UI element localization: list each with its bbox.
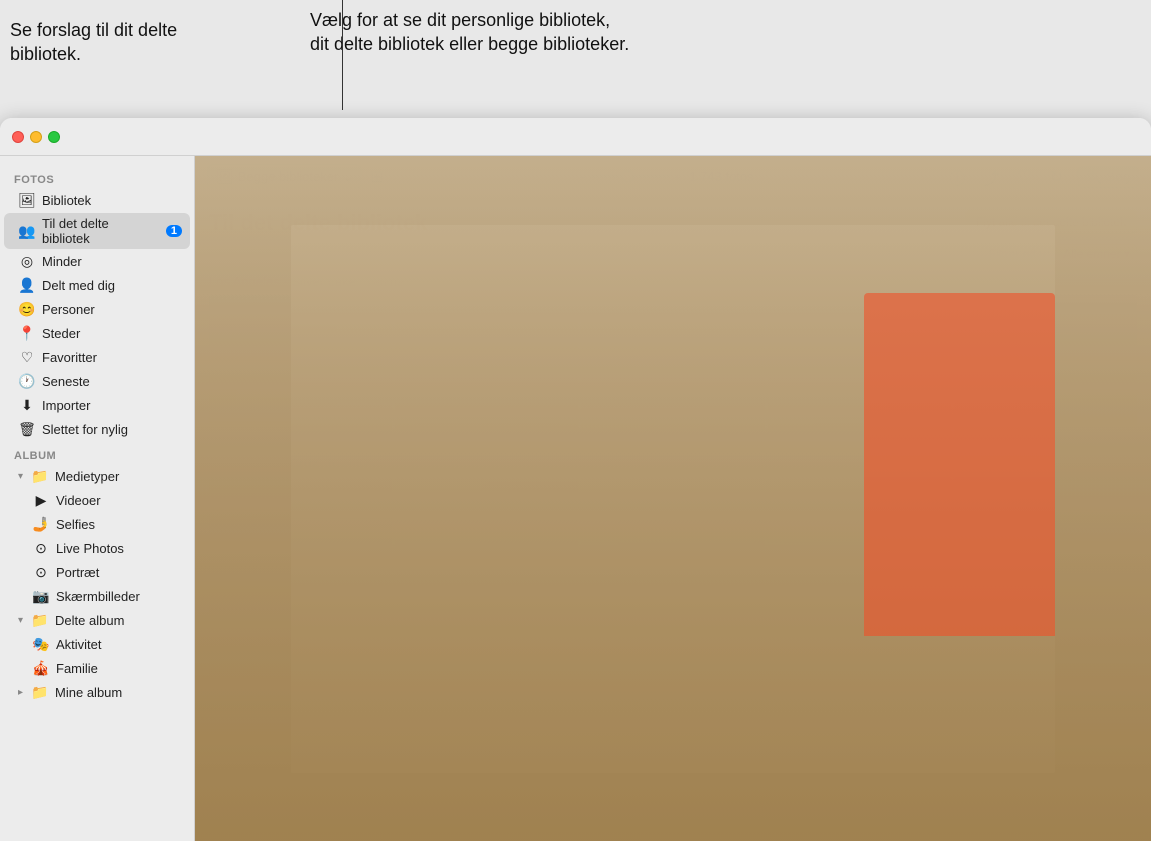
sidebar-label-delt-med-dig: Delt med dig bbox=[42, 278, 182, 293]
sidebar-label-skaermbilleder: Skærmbilleder bbox=[56, 589, 182, 604]
delt-bibliotek-icon: 👥 bbox=[18, 223, 36, 240]
sidebar-label-importer: Importer bbox=[42, 398, 182, 413]
photo-grid-santa-cruz-row2 bbox=[209, 620, 1137, 760]
personer-icon: 😊 bbox=[18, 301, 36, 318]
sidebar-section-album: Album bbox=[0, 442, 194, 464]
sidebar-item-delt-bibliotek[interactable]: 👥 Til det delte bibliotek 1 bbox=[4, 213, 190, 249]
maximize-button[interactable] bbox=[48, 131, 60, 143]
photo-cell[interactable] bbox=[954, 620, 1137, 760]
delt-med-dig-icon: 👤 bbox=[18, 277, 36, 294]
mine-album-icon: 📁 bbox=[31, 684, 49, 701]
close-button[interactable] bbox=[12, 131, 24, 143]
traffic-lights bbox=[12, 131, 60, 143]
sidebar-item-familie[interactable]: 🎪 Familie bbox=[4, 657, 190, 680]
sidebar-item-seneste[interactable]: 🕐 Seneste bbox=[4, 370, 190, 393]
sidebar-item-steder[interactable]: 📍 Steder bbox=[4, 322, 190, 345]
minder-icon: ◎ bbox=[18, 253, 36, 270]
importer-icon: ⬇ bbox=[18, 397, 36, 414]
main-content: 🖼 Begge biblioteker ⌄ ⊞ − + 1.743 fotos … bbox=[195, 156, 1151, 841]
sidebar-label-live-photos: Live Photos bbox=[56, 541, 182, 556]
content-area[interactable]: Til det delte bibliotek Flyt alle til de… bbox=[195, 198, 1151, 841]
seneste-icon: 🕐 bbox=[18, 373, 36, 390]
minimize-button[interactable] bbox=[30, 131, 42, 143]
sidebar-item-selfies[interactable]: 🤳 Selfies bbox=[4, 513, 190, 536]
sidebar-section-fotos: Fotos bbox=[0, 166, 194, 188]
section-santa-cruz: NY · Santa Cruz 10 emner bbox=[209, 456, 1137, 760]
steder-icon: 📍 bbox=[18, 325, 36, 342]
sidebar-label-favoritter: Favoritter bbox=[42, 350, 182, 365]
sidebar-label-steder: Steder bbox=[42, 326, 182, 341]
mine-album-disclosure: ▸ bbox=[18, 687, 23, 698]
sidebar-item-minder[interactable]: ◎ Minder bbox=[4, 250, 190, 273]
sidebar-item-delte-album[interactable]: ▾ 📁 Delte album bbox=[4, 609, 190, 632]
medietyper-disclosure: ▾ bbox=[18, 471, 23, 482]
title-bar bbox=[0, 118, 1151, 156]
sidebar-item-skaermbilleder[interactable]: 📷 Skærmbilleder bbox=[4, 585, 190, 608]
sidebar-label-delte-album: Delte album bbox=[55, 613, 182, 628]
sidebar-label-portraet: Portræt bbox=[56, 565, 182, 580]
medietyper-icon: 📁 bbox=[31, 468, 49, 485]
sidebar-label-selfies: Selfies bbox=[56, 517, 182, 532]
sidebar-label-videoer: Videoer bbox=[56, 493, 182, 508]
portraet-icon: ⊙ bbox=[32, 564, 50, 581]
aktivitet-icon: 🎭 bbox=[32, 636, 50, 653]
selfies-icon: 🤳 bbox=[32, 516, 50, 533]
sidebar: Fotos 🖼 Bibliotek 👥 Til det delte biblio… bbox=[0, 156, 195, 841]
sidebar-label-minder: Minder bbox=[42, 254, 182, 269]
sidebar-label-familie: Familie bbox=[56, 661, 182, 676]
sidebar-label-slettet: Slettet for nylig bbox=[42, 422, 182, 437]
delte-album-icon: 📁 bbox=[31, 612, 49, 629]
delt-bibliotek-badge: 1 bbox=[166, 225, 182, 237]
sidebar-item-favoritter[interactable]: ♡ Favoritter bbox=[4, 346, 190, 369]
slettet-icon: 🗑 bbox=[18, 421, 36, 438]
familie-icon: 🎪 bbox=[32, 660, 50, 677]
annotation-left: Se forslag til dit delte bibliotek. bbox=[10, 18, 195, 67]
sidebar-item-portraet[interactable]: ⊙ Portræt bbox=[4, 561, 190, 584]
sidebar-item-importer[interactable]: ⬇ Importer bbox=[4, 394, 190, 417]
sidebar-item-slettet[interactable]: 🗑 Slettet for nylig bbox=[4, 418, 190, 441]
sidebar-item-personer[interactable]: 😊 Personer bbox=[4, 298, 190, 321]
bibliotek-icon: 🖼 bbox=[18, 192, 36, 209]
sidebar-item-medietyper[interactable]: ▾ 📁 Medietyper bbox=[4, 465, 190, 488]
live-photos-icon: ⊙ bbox=[32, 540, 50, 557]
sidebar-label-medietyper: Medietyper bbox=[55, 469, 182, 484]
sidebar-item-live-photos[interactable]: ⊙ Live Photos bbox=[4, 537, 190, 560]
sidebar-item-delt-med-dig[interactable]: 👤 Delt med dig bbox=[4, 274, 190, 297]
favoritter-icon: ♡ bbox=[18, 349, 36, 366]
annotation-line bbox=[342, 0, 343, 110]
skaermbilleder-icon: 📷 bbox=[32, 588, 50, 605]
sidebar-label-aktivitet: Aktivitet bbox=[56, 637, 182, 652]
annotation-center: Vælg for at se dit personlige bibliotek,… bbox=[310, 8, 630, 57]
sidebar-label-personer: Personer bbox=[42, 302, 182, 317]
app-window: Fotos 🖼 Bibliotek 👥 Til det delte biblio… bbox=[0, 118, 1151, 841]
sidebar-label-mine-album: Mine album bbox=[55, 685, 182, 700]
videoer-icon: ▶ bbox=[32, 492, 50, 509]
delte-album-disclosure: ▾ bbox=[18, 615, 23, 626]
sidebar-item-mine-album[interactable]: ▸ 📁 Mine album bbox=[4, 681, 190, 704]
sidebar-label-bibliotek: Bibliotek bbox=[42, 193, 182, 208]
sidebar-item-bibliotek[interactable]: 🖼 Bibliotek bbox=[4, 189, 190, 212]
sidebar-item-videoer[interactable]: ▶ Videoer bbox=[4, 489, 190, 512]
sidebar-label-delt-bibliotek: Til det delte bibliotek bbox=[42, 216, 160, 246]
sidebar-item-aktivitet[interactable]: 🎭 Aktivitet bbox=[4, 633, 190, 656]
sidebar-label-seneste: Seneste bbox=[42, 374, 182, 389]
